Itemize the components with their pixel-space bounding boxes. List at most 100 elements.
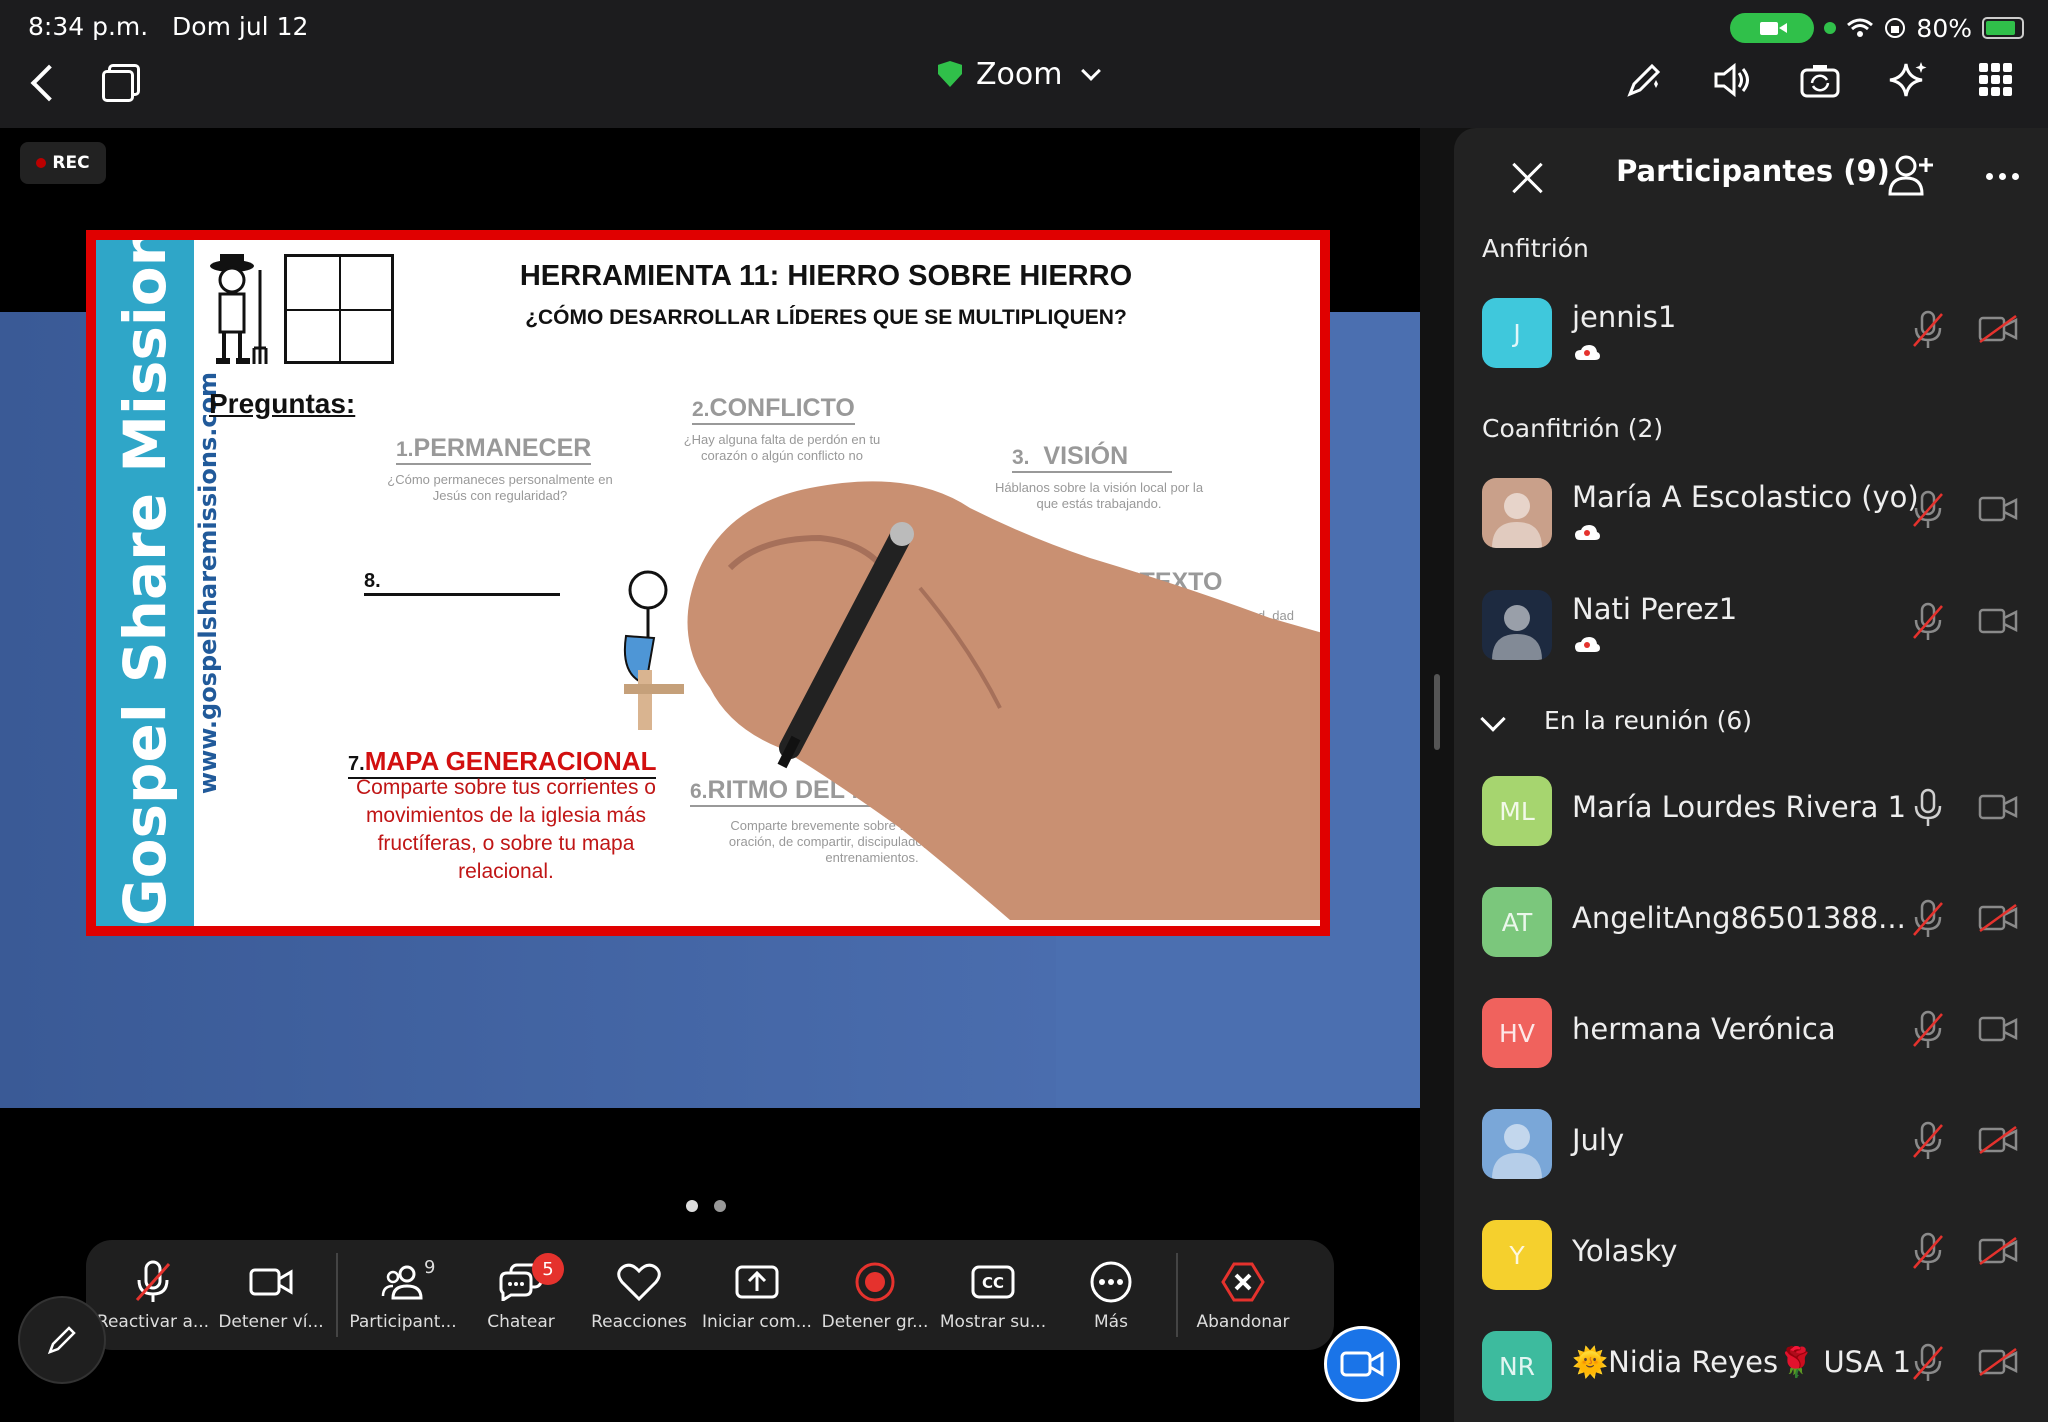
meeting-section-label[interactable]: En la reunión (6) xyxy=(1544,706,1752,735)
mic-muted-icon[interactable] xyxy=(1910,1010,1946,1054)
status-bar: 8:34 p.m. Dom jul 12 80% xyxy=(0,0,2048,56)
ai-companion-icon[interactable] xyxy=(1882,58,1934,102)
avatar xyxy=(1482,1109,1552,1179)
panel-title: Participantes (9) xyxy=(1616,154,1890,188)
stop-recording-button[interactable]: Detener gr... xyxy=(816,1245,934,1345)
participant-row[interactable]: ML María Lourdes Rivera 1 xyxy=(1454,766,2048,856)
video-icon[interactable] xyxy=(1978,494,2018,528)
video-off-icon[interactable] xyxy=(1978,1347,2018,1381)
mic-icon[interactable] xyxy=(1910,788,1946,832)
close-icon[interactable] xyxy=(1502,154,1552,204)
video-off-icon[interactable] xyxy=(1978,1125,2018,1159)
reactions-label: Reacciones xyxy=(591,1312,687,1332)
encryption-shield-icon xyxy=(938,61,962,87)
participant-row[interactable]: July xyxy=(1454,1099,2048,1189)
panel-resize-handle[interactable] xyxy=(1434,674,1440,750)
slide-preguntas: Preguntas: xyxy=(209,388,356,419)
leave-button[interactable]: Abandonar xyxy=(1184,1245,1302,1345)
more-button[interactable]: Más xyxy=(1052,1245,1170,1345)
invite-button[interactable] xyxy=(1886,150,1938,202)
add-person-icon xyxy=(1888,155,1933,196)
back-icon[interactable] xyxy=(24,56,64,112)
panel-more-button[interactable] xyxy=(1974,150,2030,202)
status-time: 8:34 p.m. Dom jul 12 xyxy=(28,12,308,41)
page-indicator[interactable] xyxy=(686,1200,726,1212)
video-fab-button[interactable] xyxy=(1324,1326,1400,1402)
page-dot-1[interactable] xyxy=(686,1200,698,1212)
brand-text: Gospel Share Missions xyxy=(111,240,179,926)
cc-icon: CC xyxy=(967,1258,1019,1306)
cohost-section-label: Coanfitrión (2) xyxy=(1482,414,1664,443)
unmute-button[interactable]: Reactivar a... xyxy=(94,1245,212,1345)
more-icon xyxy=(1085,1258,1137,1306)
avatar: HV xyxy=(1482,998,1552,1068)
record-icon xyxy=(849,1258,901,1306)
participant-name: jennis1 xyxy=(1572,300,1677,334)
avatar: AT xyxy=(1482,887,1552,957)
apps-grid-icon[interactable] xyxy=(1970,58,2022,102)
wifi-icon xyxy=(1847,18,1874,37)
mic-muted-icon[interactable] xyxy=(1910,602,1946,646)
avatar: J xyxy=(1482,298,1552,368)
reactions-button[interactable]: Reacciones xyxy=(580,1245,698,1345)
mic-muted-icon[interactable] xyxy=(1910,1343,1946,1387)
battery-percent: 80% xyxy=(1916,13,1972,43)
participant-row[interactable]: Jjennis1 xyxy=(1454,288,2048,378)
video-off-icon[interactable] xyxy=(1978,903,2018,937)
unmute-label: Reactivar a... xyxy=(96,1312,210,1332)
multiwindow-icon[interactable] xyxy=(102,64,140,102)
video-off-icon[interactable] xyxy=(1978,314,2018,348)
slide-item-1: 1.PERMANECER xyxy=(396,434,592,465)
captions-button[interactable]: CC Mostrar su... xyxy=(934,1245,1052,1345)
participants-icon xyxy=(377,1258,429,1306)
share-screen-icon xyxy=(731,1258,783,1306)
slide-title: HERRAMIENTA 11: HIERRO SOBRE HIERRO xyxy=(519,260,1133,292)
speaker-icon[interactable] xyxy=(1706,58,1758,102)
logo-box-icon xyxy=(284,254,394,364)
mic-muted-icon[interactable] xyxy=(1910,1121,1946,1165)
participant-name: July xyxy=(1572,1123,1625,1157)
switch-camera-icon[interactable] xyxy=(1794,58,1846,102)
chat-button[interactable]: 5 Chatear xyxy=(462,1245,580,1345)
more-label: Más xyxy=(1094,1312,1128,1332)
participant-name: hermana Verónica xyxy=(1572,1012,1836,1046)
captions-label: Mostrar su... xyxy=(939,1312,1047,1332)
video-icon[interactable] xyxy=(1978,606,2018,640)
slide-item-7-desc: Comparte sobre tus corrientes o movimien… xyxy=(356,776,656,883)
drawing-hand-image xyxy=(687,481,1320,920)
video-icon xyxy=(245,1258,297,1306)
chat-label: Chatear xyxy=(487,1312,555,1332)
mic-muted-icon[interactable] xyxy=(1910,899,1946,943)
mic-muted-icon[interactable] xyxy=(1910,1232,1946,1276)
video-icon[interactable] xyxy=(1978,1014,2018,1048)
video-camera-icon xyxy=(1340,1351,1384,1377)
cloud-recording-icon xyxy=(1574,636,1600,658)
stop-video-button[interactable]: Detener ví... xyxy=(212,1245,330,1345)
participant-row[interactable]: Y Yolasky xyxy=(1454,1210,2048,1300)
rec-label: REC xyxy=(52,153,90,173)
annotate-icon[interactable] xyxy=(1618,58,1670,102)
orientation-lock-icon xyxy=(1885,18,1906,38)
share-screen-button[interactable]: Iniciar com... xyxy=(698,1245,816,1345)
participant-row[interactable]: NR 🌞Nidia Reyes🌹 USA 1 xyxy=(1454,1321,2048,1411)
share-screen-label: Iniciar com... xyxy=(702,1312,812,1332)
meeting-title-button[interactable]: Zoom xyxy=(938,56,1102,92)
participant-row[interactable]: HV hermana Verónica xyxy=(1454,988,2048,1078)
participant-row[interactable]: Nati Perez1 xyxy=(1454,580,2048,670)
mic-muted-icon[interactable] xyxy=(1910,310,1946,354)
meeting-title: Zoom xyxy=(976,56,1063,92)
chevron-down-icon[interactable] xyxy=(1480,706,1506,732)
video-off-icon[interactable] xyxy=(1978,1236,2018,1270)
page-dot-2[interactable] xyxy=(714,1200,726,1212)
participants-button[interactable]: 9 Participant... xyxy=(344,1245,462,1345)
participant-row[interactable]: María A Escolastico (yo) xyxy=(1454,468,2048,558)
mic-muted-icon[interactable] xyxy=(1910,490,1946,534)
meeting-toolbar: Reactivar a... Detener ví... 9 Participa… xyxy=(86,1240,1334,1350)
annotate-pencil-button[interactable] xyxy=(18,1296,106,1384)
participant-name: Yolasky xyxy=(1572,1234,1678,1268)
record-dot-icon xyxy=(36,158,47,168)
heart-icon xyxy=(613,1258,665,1306)
video-icon[interactable] xyxy=(1978,792,2018,826)
nav-bar: Zoom xyxy=(0,56,2048,128)
participant-row[interactable]: AT AngelitAng86501388... xyxy=(1454,877,2048,967)
